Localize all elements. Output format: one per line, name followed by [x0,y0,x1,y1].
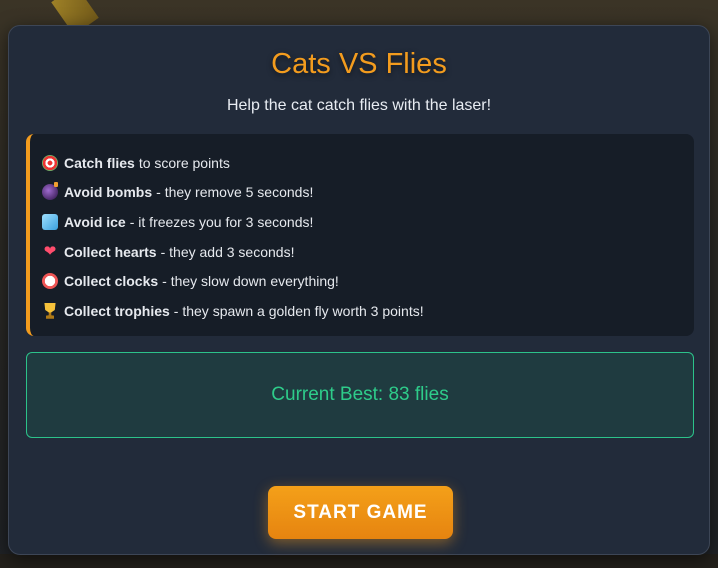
target-icon [42,154,58,171]
rule-item-collect-trophies: Collect trophies - they spawn a golden f… [42,296,694,326]
rule-text: - they remove 5 seconds! [156,184,314,201]
rule-text: - they slow down everything! [162,273,339,290]
rule-item-avoid-ice: Avoid ice - it freezes you for 3 seconds… [42,207,694,237]
current-best-panel: Current Best: 83 flies [26,352,694,438]
rule-item-avoid-bombs: Avoid bombs - they remove 5 seconds! [42,178,694,208]
rule-item-catch-flies: Catch flies to score points [42,148,694,178]
background-hud-bar [0,554,718,568]
rule-item-collect-hearts: ❤ Collect hearts - they add 3 seconds! [42,237,694,267]
rule-strong: Collect hearts [64,243,157,260]
ice-cube-icon [42,213,58,230]
bomb-icon [42,182,58,201]
start-modal: Cats VS Flies Help the cat catch flies w… [8,25,710,555]
heart-icon: ❤ [43,242,57,260]
game-title: Cats VS Flies [271,48,447,80]
rule-text: - they spawn a golden fly worth 3 points… [173,302,424,319]
start-game-button[interactable]: START GAME [268,486,453,539]
rule-strong: Collect clocks [64,273,159,290]
alarm-clock-icon [42,273,58,290]
rule-text: to score points [138,154,230,171]
rule-text: - they add 3 seconds! [160,243,295,260]
rule-strong: Avoid ice [64,213,126,230]
rules-panel: Catch flies to score points Avoid bombs … [26,134,694,336]
game-subtitle: Help the cat catch flies with the laser! [226,97,492,114]
trophy-icon [44,302,56,319]
current-best-text: Current Best: 83 flies [271,384,449,405]
rule-text: - it freezes you for 3 seconds! [129,213,314,230]
rule-item-collect-clocks: Collect clocks - they slow down everythi… [42,266,694,296]
rule-strong: Collect trophies [64,302,170,319]
rule-strong: Avoid bombs [64,184,153,201]
rule-strong: Catch flies [64,154,135,171]
